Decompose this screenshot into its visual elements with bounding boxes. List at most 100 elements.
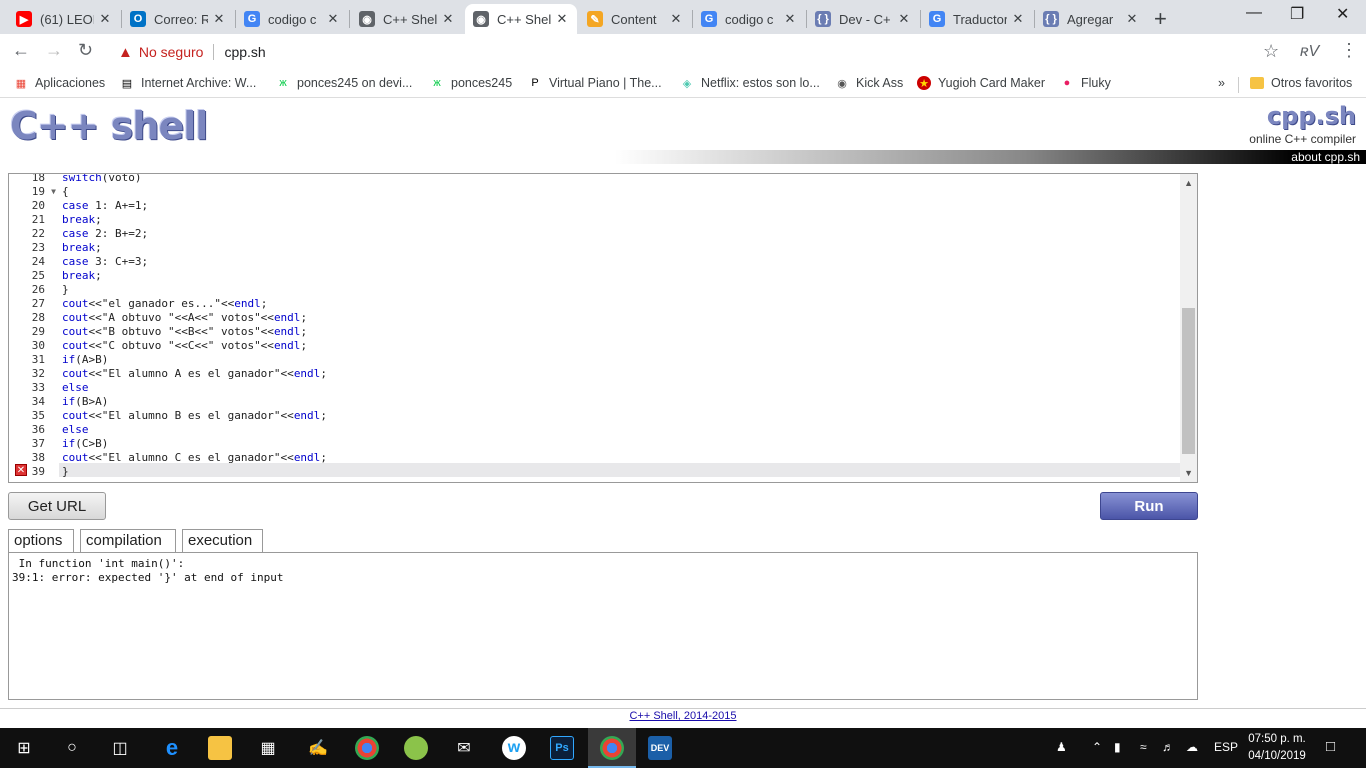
bookmark-item[interactable]: ▦ Aplicaciones (14, 76, 105, 90)
notifications-icon[interactable]: □ (1326, 738, 1335, 755)
tab-close-icon[interactable]: ✕ (1011, 11, 1025, 27)
code-line[interactable]: if(A>B) (62, 353, 108, 367)
chrome-icon[interactable] (355, 736, 379, 760)
volume-icon[interactable]: ♬ (1162, 740, 1174, 754)
back-icon[interactable]: ← (12, 40, 30, 61)
code-line[interactable]: cout<<"B obtuvo "<<B<<" votos"<<endl; (62, 325, 307, 339)
wunderlist-icon[interactable]: w (502, 736, 526, 760)
wifi-icon[interactable]: ≈ (1140, 740, 1147, 754)
cpp-sh-brand[interactable]: cpp.sh (1267, 102, 1356, 130)
profile-icon[interactable]: ʀV (1300, 43, 1319, 61)
code-line[interactable]: else (62, 381, 89, 395)
other-favorites[interactable]: Otros favoritos (1250, 76, 1352, 90)
windows-start-icon[interactable]: ⊞ (12, 736, 36, 760)
tab-close-icon[interactable]: ✕ (441, 11, 455, 27)
bookmark-item[interactable]: ● Fluky (1060, 76, 1111, 90)
code-line[interactable]: cout<<"el ganador es..."<<endl; (62, 297, 267, 311)
code-editor[interactable]: 18 19 ▼ 20 21 22 23 24 25 26 27 28 29 30 31 32 33 34 35 36 3… (8, 173, 1198, 483)
battery-icon[interactable]: ▮ (1114, 740, 1121, 754)
output-tab-options[interactable]: options (8, 529, 74, 553)
people-icon[interactable]: ♟ (1056, 740, 1067, 754)
browser-tab[interactable]: G Traductor ✕ (921, 4, 1033, 34)
restore-icon[interactable]: ❐ (1290, 4, 1304, 24)
code-line[interactable]: cout<<"El alumno C es el ganador"<<endl; (62, 451, 327, 465)
run-button[interactable]: Run (1100, 492, 1198, 520)
code-line[interactable]: case 1: A+=1; (62, 199, 148, 213)
tab-close-icon[interactable]: ✕ (897, 11, 911, 27)
reload-icon[interactable]: ↻ (78, 40, 93, 61)
scrollbar-thumb[interactable] (1182, 308, 1195, 454)
onedrive-icon[interactable]: ☁ (1186, 740, 1198, 754)
url-text[interactable]: cpp.sh (224, 44, 265, 60)
bookmark-item[interactable]: ж ponces245 on devi... (276, 76, 412, 90)
code-line[interactable]: case 2: B+=2; (62, 227, 148, 241)
minimize-icon[interactable]: — (1246, 4, 1262, 22)
file-explorer-icon[interactable] (208, 736, 232, 760)
bookmark-star-icon[interactable]: ☆ (1263, 41, 1279, 62)
code-line[interactable]: cout<<"El alumno A es el ganador"<<endl; (62, 367, 327, 381)
bookmark-item[interactable]: ◈ Netflix: estos son lo... (680, 76, 820, 90)
bookmark-item[interactable]: ж ponces245 (430, 76, 512, 90)
dev-cpp-icon[interactable]: DEV (648, 736, 672, 760)
browser-tab[interactable]: O Correo: R ✕ (122, 4, 234, 34)
code-line[interactable]: else (62, 423, 89, 437)
browser-tab[interactable]: { } Agregar ✕ (1035, 4, 1147, 34)
code-line[interactable]: if(B>A) (62, 395, 108, 409)
tab-close-icon[interactable]: ✕ (326, 11, 340, 27)
about-link[interactable]: about cpp.sh (1291, 150, 1360, 164)
browser-tab[interactable]: ✎ Content ✕ (579, 4, 691, 34)
code-line[interactable]: if(C>B) (62, 437, 108, 451)
code-line[interactable]: case 3: C+=3; (62, 255, 148, 269)
code-line[interactable]: { (62, 185, 69, 199)
scroll-up-icon[interactable]: ▲ (1184, 178, 1193, 188)
error-marker-icon[interactable]: ✕ (15, 464, 27, 476)
forward-icon[interactable]: → (45, 40, 63, 61)
bookmark-item[interactable]: P Virtual Piano | The... (528, 76, 661, 90)
tab-close-icon[interactable]: ✕ (669, 11, 683, 27)
output-tab-compilation[interactable]: compilation (80, 529, 176, 554)
edge-icon[interactable]: e (160, 735, 184, 760)
code-line[interactable]: cout<<"A obtuvo "<<A<<" votos"<<endl; (62, 311, 307, 325)
store-icon[interactable]: ▦ (256, 736, 280, 760)
tab-close-icon[interactable]: ✕ (555, 11, 569, 27)
footer-link[interactable]: C++ Shell, 2014-2015 (0, 710, 1366, 722)
code-line[interactable]: cout<<"El alumno B es el ganador"<<endl; (62, 409, 327, 423)
tab-close-icon[interactable]: ✕ (783, 11, 797, 27)
browser-tab[interactable]: ◉ C++ Shel ✕ (465, 4, 577, 34)
code-line[interactable]: cout<<"C obtuvo "<<C<<" votos"<<endl; (62, 339, 307, 353)
output-tab-execution[interactable]: execution (182, 529, 263, 553)
scroll-down-icon[interactable]: ▼ (1184, 468, 1193, 478)
search-icon[interactable]: ○ (60, 736, 84, 760)
code-line[interactable]: switch(voto) (62, 174, 142, 185)
browser-tab[interactable]: Gcodigo c ✕ (236, 4, 348, 34)
mail-icon[interactable]: ✉ (452, 736, 476, 760)
menu-icon[interactable]: ⋮ (1340, 40, 1358, 61)
cpp-shell-logo[interactable]: C++ shell (10, 104, 208, 148)
not-secure-label[interactable]: No seguro (139, 44, 204, 60)
close-window-icon[interactable]: ✕ (1336, 4, 1349, 24)
editor-scrollbar[interactable]: ▲ ▼ (1180, 174, 1197, 482)
code-line[interactable]: break; (62, 213, 102, 227)
paint-icon[interactable]: ✍ (306, 736, 330, 760)
bookmark-item[interactable]: ▤ Internet Archive: W... (120, 76, 257, 90)
photoshop-icon[interactable]: Ps (550, 736, 574, 760)
tab-close-icon[interactable]: ✕ (212, 11, 226, 27)
tray-chevron-icon[interactable]: ⌃ (1092, 740, 1102, 754)
new-tab-icon[interactable]: + (1154, 6, 1167, 32)
clock[interactable]: 07:50 p. m. 04/10/2019 (1244, 731, 1310, 765)
tab-close-icon[interactable]: ✕ (1125, 11, 1139, 27)
code-line[interactable]: break; (62, 241, 102, 255)
game-icon[interactable] (404, 736, 428, 760)
code-line[interactable]: break; (62, 269, 102, 283)
get-url-button[interactable]: Get URL (8, 492, 106, 520)
tab-close-icon[interactable]: ✕ (98, 11, 112, 27)
browser-tab[interactable]: Gcodigo c ✕ (693, 4, 805, 34)
bookmark-item[interactable]: ★ Yugioh Card Maker (917, 76, 1045, 90)
language-indicator[interactable]: ESP (1214, 740, 1238, 754)
code-line[interactable]: } (62, 465, 69, 479)
code-line[interactable]: } (62, 283, 69, 297)
address-bar[interactable]: ▲ No seguro cpp.sh (108, 37, 1294, 67)
browser-tab[interactable]: { } Dev - C+ ✕ (807, 4, 919, 34)
task-view-icon[interactable]: ◫ (108, 736, 132, 760)
browser-tab[interactable]: ▶ (61) LEON✕ (8, 4, 120, 34)
